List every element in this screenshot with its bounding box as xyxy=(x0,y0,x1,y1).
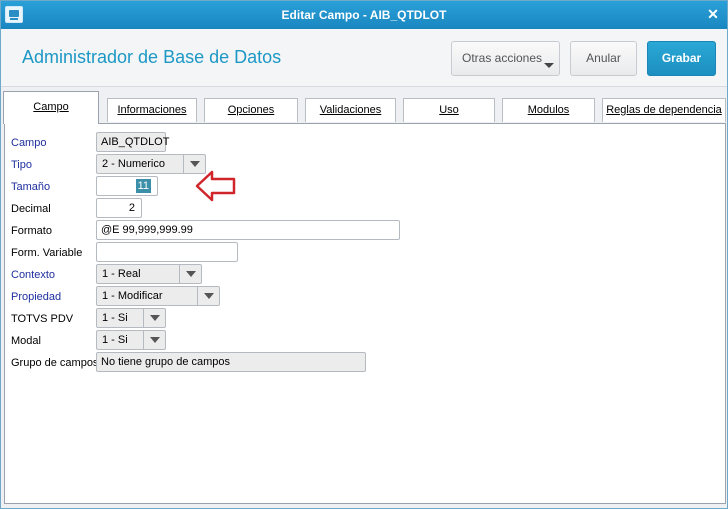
title-bar: Editar Campo - AIB_QTDLOT ✕ xyxy=(1,1,727,29)
other-actions-button[interactable]: Otras acciones xyxy=(451,41,560,76)
close-icon[interactable]: ✕ xyxy=(705,6,721,22)
window: Editar Campo - AIB_QTDLOT ✕ Administrado… xyxy=(0,0,728,509)
propiedad-label: Propiedad xyxy=(11,291,62,303)
cancel-button[interactable]: Anular xyxy=(570,41,637,76)
campo-label: Campo xyxy=(11,137,47,149)
form-variable-label: Form. Variable xyxy=(11,247,83,259)
window-title: Editar Campo - AIB_QTDLOT xyxy=(281,8,447,22)
form-panel: Campo AIB_QTDLOT Tipo 2 - Numerico Tamañ… xyxy=(4,123,726,504)
save-button[interactable]: Grabar xyxy=(647,41,716,76)
contexto-label: Contexto xyxy=(11,269,56,281)
tab-opciones[interactable]: Opciones xyxy=(204,98,298,122)
chevron-down-icon xyxy=(179,265,201,283)
tab-campo[interactable]: Campo xyxy=(3,91,99,124)
modal-value: 1 - Si xyxy=(102,334,128,346)
contexto-value: 1 - Real xyxy=(102,268,141,280)
tamano-field[interactable]: 11 xyxy=(96,176,158,196)
totvs-pdv-select[interactable]: 1 - Si xyxy=(96,308,166,328)
tab-uso[interactable]: Uso xyxy=(403,98,495,122)
tipo-label: Tipo xyxy=(11,159,32,171)
tipo-select[interactable]: 2 - Numerico xyxy=(96,154,206,174)
tab-modulos[interactable]: Modulos xyxy=(502,98,595,122)
chevron-down-icon xyxy=(143,331,165,349)
app-title: Administrador de Base de Datos xyxy=(22,47,282,67)
modal-select[interactable]: 1 - Si xyxy=(96,330,166,350)
tab-bar: Campo Informaciones Opciones Validacione… xyxy=(1,91,727,124)
chevron-down-icon xyxy=(197,287,219,305)
modal-label: Modal xyxy=(11,335,41,347)
tab-reglas-dependencia[interactable]: Reglas de dependencia xyxy=(602,98,726,122)
formato-label: Formato xyxy=(11,225,52,237)
campo-field: AIB_QTDLOT xyxy=(96,132,169,152)
formato-field[interactable]: @E 99,999,999.99 xyxy=(96,220,400,240)
totvs-pdv-label: TOTVS PDV xyxy=(11,313,74,325)
form-variable-field[interactable] xyxy=(96,242,238,262)
tamano-label: Tamaño xyxy=(11,181,51,193)
grupo-campos-label: Grupo de campos xyxy=(11,357,99,369)
propiedad-value: 1 - Modificar xyxy=(102,290,163,302)
tamano-value: 11 xyxy=(135,179,151,193)
tab-validaciones[interactable]: Validaciones xyxy=(305,98,396,122)
grupo-campos-field: No tiene grupo de campos xyxy=(96,352,366,372)
decimal-field[interactable]: 2 xyxy=(96,198,142,218)
header: Administrador de Base de Datos Otras acc… xyxy=(1,29,727,87)
totvs-pdv-value: 1 - Si xyxy=(102,312,128,324)
other-actions-label: Otras acciones xyxy=(462,51,543,65)
chevron-down-icon xyxy=(143,309,165,327)
chevron-down-icon xyxy=(544,63,554,68)
tab-informaciones[interactable]: Informaciones xyxy=(107,98,197,122)
tipo-value: 2 - Numerico xyxy=(102,158,165,170)
decimal-label: Decimal xyxy=(11,203,51,215)
red-arrow-left-icon xyxy=(195,170,236,202)
contexto-select[interactable]: 1 - Real xyxy=(96,264,202,284)
propiedad-select[interactable]: 1 - Modificar xyxy=(96,286,220,306)
